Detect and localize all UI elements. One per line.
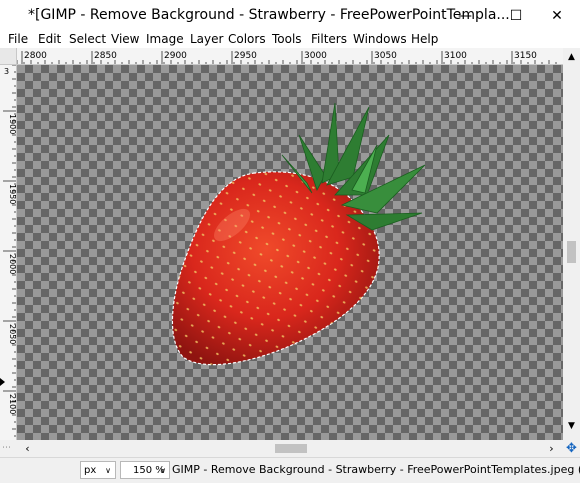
horizontal-ruler-ticks: 2800 2850 2900 2950 3000 3050 3100 3150 [17,51,557,64]
v-ruler-label: 1900 [8,114,17,134]
h-ruler-label: 2800 [24,51,47,61]
h-ruler-label: 3150 [514,51,537,61]
scroll-right-icon[interactable]: › [545,441,558,456]
chevron-down-icon: ∨ [160,466,166,475]
vertical-scrollbar[interactable]: ▲ ▼ [563,48,580,440]
menu-layer[interactable]: Layer [190,31,223,48]
v-ruler-label: 2000 [8,254,17,274]
unit-select[interactable]: px ∨ [80,461,116,479]
h-ruler-label: 3100 [444,51,467,61]
v-ruler-label: 3 [4,67,9,76]
maximize-icon: ☐ [509,7,523,24]
vertical-ruler[interactable]: 3 1900 1950 2000 2050 2100 [0,65,17,440]
ruler-corner[interactable] [0,48,17,65]
h-ruler-label: 3050 [374,51,397,61]
h-ruler-label: 2900 [164,51,187,61]
menu-select[interactable]: Select [69,31,106,48]
menu-edit[interactable]: Edit [38,31,61,48]
close-icon: ✕ [551,7,563,24]
h-ruler-label: 2950 [234,51,257,61]
quick-mask-icon[interactable]: ⋯ [2,443,14,455]
scroll-up-icon[interactable]: ▲ [565,52,578,65]
menu-colors[interactable]: Colors [228,31,266,48]
ruler-pointer-icon [0,378,5,386]
strawberry-body [171,171,380,366]
window-title: *[GIMP - Remove Background - Strawberry … [28,7,510,23]
title-bar: *[GIMP - Remove Background - Strawberry … [0,0,580,31]
strawberry-image [171,102,426,366]
horizontal-ruler[interactable]: 2800 2850 2900 2950 3000 3050 3100 3150 [17,48,563,65]
minimize-icon: — [458,7,472,24]
navigate-icon[interactable]: ✥ [563,440,580,457]
status-message: GIMP - Remove Background - Strawberry - … [172,463,580,476]
vertical-scroll-thumb[interactable] [567,241,576,263]
menu-help[interactable]: Help [411,31,438,48]
menu-tools[interactable]: Tools [272,31,302,48]
maximize-button[interactable]: ☐ [493,0,539,31]
close-button[interactable]: ✕ [534,0,580,31]
scroll-left-icon[interactable]: ‹ [21,441,34,456]
v-ruler-label: 1950 [8,184,17,204]
zoom-select[interactable]: 150 % ∨ [120,461,170,479]
menu-bar: File Edit Select View Image Layer Colors… [0,31,580,48]
unit-value: px [84,465,97,476]
minimize-button[interactable]: — [442,0,488,31]
menu-filters[interactable]: Filters [311,31,347,48]
h-ruler-label: 3000 [304,51,327,61]
status-bar: px ∨ 150 % ∨ GIMP - Remove Background - St… [0,457,580,483]
menu-file[interactable]: File [8,31,28,48]
horizontal-scrollbar[interactable]: ‹ › [17,440,563,457]
image-canvas[interactable] [17,65,563,440]
v-ruler-label: 2050 [8,324,17,344]
h-ruler-label: 2850 [94,51,117,61]
horizontal-scroll-thumb[interactable] [275,444,307,453]
v-ruler-label: 2100 [8,394,17,414]
vertical-ruler-ticks: 3 1900 1950 2000 2050 2100 [0,65,17,437]
chevron-down-icon: ∨ [105,466,111,475]
menu-image[interactable]: Image [146,31,184,48]
menu-windows[interactable]: Windows [353,31,407,48]
scroll-down-icon[interactable]: ▼ [565,421,578,434]
menu-view[interactable]: View [111,31,139,48]
